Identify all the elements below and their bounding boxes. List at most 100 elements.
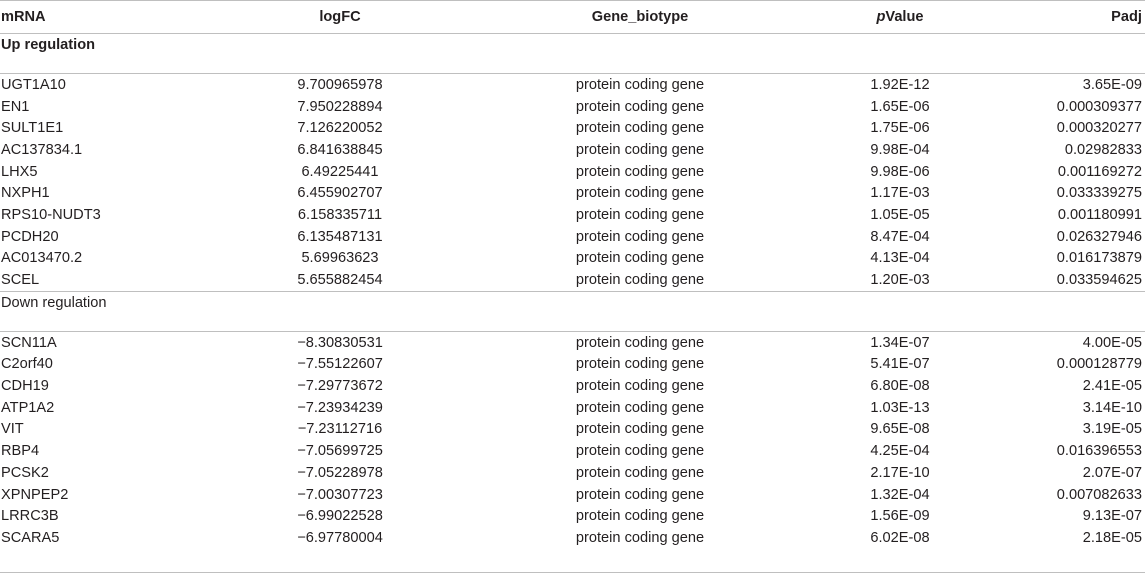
cell-biotype: protein coding gene — [575, 250, 705, 267]
table-body: Up regulation UGT1A10 9.700965978 protein … — [0, 33, 1145, 549]
cell-logfc: 6.841638845 — [297, 141, 383, 158]
cell-mrna: AC137834.1 — [1, 141, 83, 158]
cell-padj: 0.033339275 — [1056, 185, 1142, 202]
cell-padj: 0.000128779 — [1056, 356, 1142, 373]
cell-biotype: protein coding gene — [575, 508, 705, 525]
cell-logfc: −7.05699725 — [297, 443, 383, 460]
cell-padj: 0.000309377 — [1056, 98, 1142, 115]
cell-biotype: protein coding gene — [575, 206, 705, 223]
cell-pvalue: 6.02E-08 — [870, 529, 930, 546]
table-row: PCDH20 6.135487131 protein coding gene 8.47… — [0, 226, 1145, 248]
cell-padj: 0.001169272 — [1057, 163, 1142, 180]
cell-logfc: −7.29773672 — [297, 378, 383, 395]
cell-pvalue: 8.47E-04 — [870, 228, 930, 245]
section-up-row: Up regulation — [0, 33, 1145, 74]
cell-biotype: protein coding gene — [575, 356, 705, 373]
cell-logfc: −7.05228978 — [297, 464, 383, 481]
section-down-label: Down regulation — [0, 290, 1145, 332]
cell-padj: 0.02982833 — [1064, 141, 1142, 158]
cell-mrna: VIT — [1, 421, 24, 438]
header-row: mRNA logFC Gene_biotype pValue Padj — [0, 1, 1145, 34]
cell-mrna: NXPH1 — [1, 185, 50, 202]
table-row: LRRC3B −6.99022528 protein coding gene 1.56… — [0, 505, 1145, 527]
cell-mrna: SCARA5 — [1, 529, 60, 546]
cell-padj: 0.033594625 — [1056, 272, 1142, 289]
cell-padj: 4.00E-05 — [1000, 330, 1145, 354]
cell-padj: 3.19E-05 — [1082, 421, 1142, 438]
cell-mrna: AC013470.2 — [1, 250, 83, 267]
cell-padj: 0.007082633 — [1056, 486, 1142, 503]
table-container: mRNA logFC Gene_biotype pValue Padj Up r… — [0, 0, 1145, 574]
header-mrna: mRNA — [1, 9, 46, 25]
cell-biotype: protein coding gene — [575, 378, 705, 395]
cell-biotype: protein coding gene — [575, 464, 705, 481]
cell-pvalue: 5.41E-07 — [870, 356, 930, 373]
cell-biotype: protein coding gene — [575, 98, 705, 115]
cell-pvalue: 1.32E-04 — [870, 486, 930, 503]
table-row: AC137834.1 6.841638845 protein coding gene… — [0, 139, 1145, 161]
cell-pvalue: 1.17E-03 — [870, 185, 930, 202]
cell-biotype: protein coding gene — [575, 141, 705, 158]
cell-biotype: protein coding gene — [575, 399, 705, 416]
cell-logfc: −7.23112716 — [297, 421, 383, 438]
cell-pvalue: 1.05E-05 — [870, 206, 930, 223]
table-row: SCN11A −8.30830531 protein coding gene 1.34… — [0, 330, 1145, 354]
cell-logfc: 7.950228894 — [297, 98, 383, 115]
cell-pvalue: 1.34E-07 — [800, 330, 1000, 354]
cell-padj: 2.07E-07 — [1082, 464, 1142, 481]
table-row: XPNPEP2 −7.00307723 protein coding gene 1.3… — [0, 484, 1145, 506]
cell-mrna: SCEL — [1, 272, 40, 289]
cell-mrna: LRRC3B — [1, 508, 59, 525]
table-row: SCARA5 −6.97780004 protein coding gene 6.02… — [0, 527, 1145, 549]
cell-mrna: UGT1A10 — [0, 72, 200, 96]
cell-logfc: 5.655882454 — [297, 272, 383, 289]
cell-logfc: −6.99022528 — [297, 508, 383, 525]
cell-pvalue: 4.25E-04 — [870, 443, 930, 460]
cell-logfc: −6.97780004 — [297, 529, 383, 546]
table-row: LHX5 6.49225441 protein coding gene 9.98E-0… — [0, 161, 1145, 183]
cell-pvalue: 1.75E-06 — [870, 120, 930, 137]
cell-logfc: 6.158335711 — [297, 206, 383, 223]
table-row: EN1 7.950228894 protein coding gene 1.65E-0… — [0, 96, 1145, 118]
cell-pvalue: 9.98E-06 — [870, 163, 930, 180]
cell-padj: 0.026327946 — [1056, 228, 1142, 245]
deg-table: mRNA logFC Gene_biotype pValue Padj Up r… — [0, 1, 1145, 549]
cell-pvalue: 9.65E-08 — [870, 421, 930, 438]
table-row: SULT1E1 7.126220052 protein coding gene 1.7… — [0, 117, 1145, 139]
table-row: PCSK2 −7.05228978 protein coding gene 2.17E… — [0, 462, 1145, 484]
cell-mrna: RBP4 — [1, 443, 40, 460]
cell-pvalue: 1.92E-12 — [800, 72, 1000, 96]
header-biotype: Gene_biotype — [591, 9, 689, 25]
cell-logfc: −8.30830531 — [200, 330, 480, 354]
cell-logfc: −7.55122607 — [297, 356, 383, 373]
cell-mrna: EN1 — [1, 98, 30, 115]
cell-biotype: protein coding gene — [575, 163, 705, 180]
cell-padj: 0.016396553 — [1056, 443, 1142, 460]
table-row: RBP4 −7.05699725 protein coding gene 4.25E-… — [0, 440, 1145, 462]
cell-biotype: protein coding gene — [575, 486, 705, 503]
cell-biotype: protein coding gene — [575, 421, 705, 438]
table-row: UGT1A10 9.700965978 protein coding gene 1.9… — [0, 72, 1145, 96]
cell-pvalue: 4.13E-04 — [870, 250, 930, 267]
cell-mrna: LHX5 — [1, 163, 38, 180]
header-pvalue: pValue — [800, 1, 1000, 34]
cell-padj: 2.18E-05 — [1082, 529, 1142, 546]
cell-pvalue: 6.80E-08 — [870, 378, 930, 395]
cell-logfc: 6.455902707 — [297, 185, 383, 202]
cell-pvalue: 2.17E-10 — [870, 464, 930, 481]
table-row: SCEL 5.655882454 protein coding gene 1.20E-… — [0, 269, 1145, 291]
cell-biotype: protein coding gene — [575, 529, 705, 546]
cell-biotype: protein coding gene — [480, 330, 800, 354]
cell-pvalue: 1.65E-06 — [870, 98, 930, 115]
cell-mrna: SULT1E1 — [1, 120, 64, 137]
cell-logfc: −7.23934239 — [297, 399, 383, 416]
cell-logfc: −7.00307723 — [297, 486, 383, 503]
cell-mrna: CDH19 — [1, 378, 49, 395]
cell-biotype: protein coding gene — [575, 185, 705, 202]
cell-mrna: SCN11A — [0, 330, 200, 354]
cell-mrna: XPNPEP2 — [1, 486, 69, 503]
header-padj: Padj — [1111, 9, 1142, 25]
cell-pvalue: 1.56E-09 — [870, 508, 930, 525]
cell-biotype: protein coding gene — [575, 443, 705, 460]
header-logfc: logFC — [319, 9, 361, 25]
